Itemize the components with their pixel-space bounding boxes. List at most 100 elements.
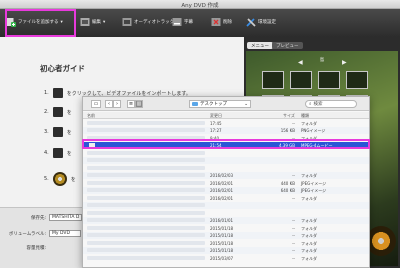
volume-label-input[interactable]: My DVD [49, 230, 81, 237]
capacity-label: 容量見積: [26, 246, 46, 251]
delete-button[interactable]: 削除 [211, 14, 232, 30]
file-row[interactable]: 2015/01/18 -- フォルダ [83, 246, 369, 254]
guide-step-3: 3. を [44, 127, 72, 137]
guide-step-2: 2. を [44, 107, 72, 117]
file-name-redacted [87, 180, 205, 185]
file-row[interactable] [83, 149, 369, 157]
subtitle-button[interactable]: 字幕 [172, 14, 193, 30]
file-date: 2015/01/18 [210, 233, 234, 238]
file-row[interactable] [83, 201, 369, 209]
file-row[interactable]: 2015/01/18 -- フォルダ [83, 239, 369, 247]
file-name-redacted [87, 225, 205, 230]
preview-icon [52, 148, 63, 158]
edit-button[interactable]: 編集 ▾ [80, 14, 105, 30]
audio-track-icon [122, 18, 132, 26]
edit-icon [52, 107, 63, 117]
audio-track-button[interactable]: オーディオトラック [122, 14, 174, 30]
step-text: を [66, 150, 72, 157]
search-icon: ⌕ [309, 102, 312, 107]
next-arrow-icon[interactable]: ▶ [342, 59, 347, 66]
film-edit-icon [80, 18, 90, 26]
location-label: デスクトップ [200, 102, 227, 107]
location-popup[interactable]: デスクトップ ⌄ [189, 100, 251, 108]
file-name-redacted [87, 233, 205, 237]
file-row[interactable]: 2016/02/01 -- フォルダ [83, 194, 369, 202]
file-name-redacted [87, 210, 205, 215]
search-placeholder: 検索 [313, 102, 323, 107]
chapter-thumbnail[interactable] [290, 71, 312, 89]
capacity-row: 容量見積: [4, 245, 46, 251]
step-number: 1. [44, 90, 49, 96]
chapter-thumbnail[interactable] [318, 71, 340, 89]
file-size: -- [292, 135, 295, 141]
file-name-redacted [87, 195, 205, 200]
add-file-icon [52, 88, 63, 98]
file-name-redacted [87, 188, 205, 192]
file-name-redacted [87, 120, 205, 125]
window-title: Any DVD 作成 [181, 3, 219, 9]
step-number: 4. [44, 150, 49, 156]
file-size: -- [292, 120, 295, 126]
file-row[interactable]: 2016/02/01 640 KB JPEGイメージ [83, 186, 369, 194]
step-number: 2. [44, 109, 49, 115]
tab-preview[interactable]: プレビュー [272, 42, 303, 49]
file-open-dialog: ▭ ‹ › ≡ ▥ デスクトップ ⌄ ⌕ 検索 名前 変更日 サイズ 種類 17… [82, 96, 370, 268]
file-size: -- [292, 248, 295, 253]
file-size: 640 KB [280, 188, 295, 193]
file-row[interactable]: 9:40 -- フォルダ [83, 134, 369, 142]
file-row[interactable] [83, 209, 369, 217]
sidebar-toggle-icon[interactable]: ▭ [91, 100, 101, 108]
burn-disc-icon[interactable] [366, 226, 396, 256]
guide-step-5: 5. を [44, 172, 76, 186]
column-header: 名前 変更日 サイズ 種類 [83, 112, 369, 119]
volume-label-row: ボリュームラベル: My DVD [4, 230, 81, 237]
column-view-icon[interactable]: ▥ [135, 100, 143, 108]
file-date: 2016/02/03 [210, 173, 234, 178]
file-date: 9:40 [210, 135, 219, 141]
file-date: 2016/01/01 [210, 218, 234, 223]
file-date: 2016/02/01 [210, 195, 234, 201]
settings-button[interactable]: 環境設定 [246, 14, 276, 30]
file-date: 17:27 [210, 128, 222, 133]
file-name-redacted [87, 143, 205, 147]
file-row[interactable]: 2016/02/01 440 KB JPEGイメージ [83, 179, 369, 187]
file-row[interactable]: 2015/01/18 -- フォルダ [83, 224, 369, 232]
file-name-redacted [87, 135, 205, 140]
edit-label: 編集 [92, 20, 101, 25]
previous-arrow-icon[interactable]: ◀ [298, 59, 303, 66]
save-destination-select[interactable]: MATSHITA D [49, 214, 83, 221]
file-size: -- [292, 255, 295, 261]
file-row[interactable]: 2016/02/03 -- フォルダ [83, 171, 369, 179]
file-row[interactable]: 2016/01/01 -- フォルダ [83, 216, 369, 224]
file-row[interactable]: 2015/03/07 -- フォルダ [83, 254, 369, 262]
save-destination-row: 保存先: MATSHITA D [4, 214, 83, 221]
back-arrow-icon[interactable]: ‹ [105, 100, 113, 108]
window-titlebar: Any DVD 作成 [0, 0, 400, 9]
delete-label: 削除 [223, 20, 232, 25]
file-list: 17:45 -- フォルダ 17:27 156 KB PNGイメージ 9:40 -- フォルダ 2… [83, 119, 369, 262]
file-name-redacted [87, 150, 205, 155]
step-text: を [70, 176, 76, 183]
file-row[interactable] [83, 164, 369, 172]
step-text: を [66, 129, 72, 136]
forward-arrow-icon[interactable]: › [113, 100, 121, 108]
step-number: 3. [44, 129, 49, 135]
chapter-thumbnail[interactable] [346, 71, 368, 89]
file-size: -- [292, 218, 295, 223]
file-date: 2015/01/18 [210, 248, 234, 253]
movie-file-icon [89, 142, 95, 148]
file-row[interactable]: 17:45 -- フォルダ [83, 119, 369, 127]
file-size: 156 KB [280, 128, 295, 133]
file-row[interactable] [83, 156, 369, 164]
guide-title: 初心者ガイド [40, 64, 85, 73]
search-field[interactable]: ⌕ 検索 [305, 100, 357, 108]
audio-track-label: オーディオトラック [134, 20, 175, 25]
list-view-icon[interactable]: ≡ [127, 100, 135, 108]
file-size: -- [292, 225, 295, 231]
file-row-selected[interactable]: 21:54 4.39 GB MPEG-4ムービー [83, 141, 369, 149]
tab-menu[interactable]: メニュー [247, 42, 273, 49]
chapter-thumbnail[interactable] [262, 71, 284, 89]
file-row[interactable]: 17:27 156 KB PNGイメージ [83, 126, 369, 134]
chevron-down-icon: ⌄ [244, 101, 248, 107]
file-row[interactable]: 2015/01/18 -- フォルダ [83, 231, 369, 239]
